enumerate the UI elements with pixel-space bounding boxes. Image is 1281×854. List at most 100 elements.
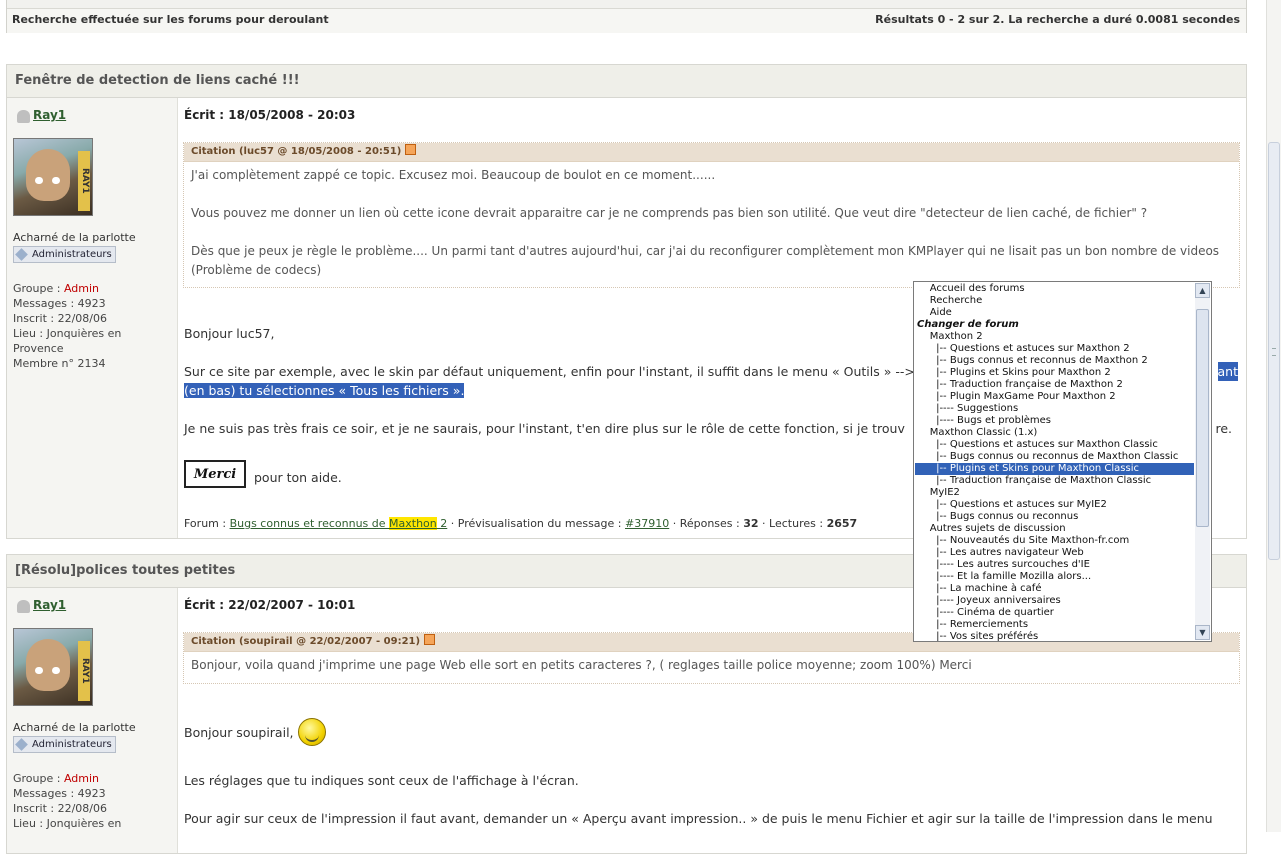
- member-group: Groupe : Admin: [13, 771, 173, 786]
- user-icon: [17, 110, 30, 123]
- member-group-label: Groupe :: [13, 282, 64, 295]
- dropdown-option[interactable]: |---- Les autres surcouches d'IE: [915, 559, 1194, 571]
- reply-paragraph: Pour agir sur ceux de l'impression il fa…: [184, 811, 1213, 826]
- member-rank: Acharné de la parlotte: [13, 231, 136, 244]
- dropdown-scroll-thumb[interactable]: [1196, 309, 1209, 527]
- dropdown-option[interactable]: |---- Suggestions: [915, 403, 1194, 415]
- scroll-grip-icon: [1272, 348, 1276, 356]
- member-group-value: Admin: [63, 772, 100, 785]
- thanks-text: pour ton aide.: [253, 470, 342, 485]
- quote-link-icon[interactable]: [405, 144, 417, 155]
- avatar: RAY1: [13, 138, 93, 216]
- quote-body: J'ai complètement zappé ce topic. Excuse…: [184, 162, 1239, 284]
- reply-paragraph-end: re.: [1215, 421, 1232, 436]
- page-scrollbar[interactable]: [1266, 0, 1281, 832]
- dropdown-option[interactable]: |-- Plugins et Skins pour Maxthon Classi…: [915, 463, 1194, 475]
- author-panel: Ray1 RAY1 Acharné de la parlotte Adminis…: [7, 588, 178, 853]
- member-joined: Inscrit : 22/08/06: [13, 802, 107, 815]
- dropdown-option[interactable]: Recherche: [915, 295, 1194, 307]
- scroll-down-arrow-icon[interactable]: ▼: [1195, 625, 1210, 640]
- forum-link[interactable]: Bugs connus et reconnus de Maxthon 2: [229, 517, 448, 530]
- dropdown-option[interactable]: |-- Questions et astuces sur Maxthon 2: [915, 343, 1194, 355]
- dropdown-option[interactable]: |-- Bugs connus ou reconnus: [915, 511, 1194, 523]
- search-results-bar-inner: Recherche effectuée sur les forums pour …: [7, 8, 1246, 33]
- forum-jump-dropdown-list[interactable]: Accueil des forums Recherche Aide Changer…: [913, 281, 1212, 642]
- forum-link-text: Bugs connus et reconnus de: [229, 517, 390, 530]
- post-date: Écrit : 18/05/2008 - 20:03: [184, 108, 356, 122]
- author-name-link[interactable]: Ray1: [33, 108, 66, 122]
- dropdown-option[interactable]: |-- Questions et astuces sur Maxthon Cla…: [915, 439, 1194, 451]
- quote-line: Bonjour, voila quand j'imprime une page …: [191, 658, 972, 672]
- quote-line: J'ai complètement zappé ce topic. Excuse…: [191, 168, 716, 182]
- search-results-count: Résultats 0 - 2 sur 2. La recherche a du…: [875, 13, 1240, 26]
- member-joined: Inscrit : 22/08/06: [13, 312, 107, 325]
- forum-label: Forum :: [184, 517, 230, 530]
- author-name-link[interactable]: Ray1: [33, 598, 66, 612]
- dropdown-option[interactable]: |-- Questions et astuces sur MyIE2: [915, 499, 1194, 511]
- search-highlight: Maxthon: [389, 517, 437, 530]
- page-scroll-thumb[interactable]: [1268, 142, 1280, 560]
- dropdown-options: Accueil des forums Recherche Aide Changer…: [915, 283, 1194, 641]
- scroll-up-arrow-icon[interactable]: ▲: [1195, 283, 1210, 298]
- quote-line: Vous pouvez me donner un lien où cette i…: [191, 206, 1148, 220]
- dropdown-option[interactable]: Autres sujets de discussion: [915, 523, 1194, 535]
- preview-label: · Prévisualisation du message :: [447, 517, 625, 530]
- member-rank: Acharné de la parlotte: [13, 721, 136, 734]
- dropdown-option[interactable]: |-- La machine à café: [915, 583, 1194, 595]
- post-title-bar: Fenêtre de detection de liens caché !!!: [7, 65, 1246, 98]
- post-meta-line: Forum : Bugs connus et reconnus de Maxth…: [184, 517, 857, 530]
- dropdown-option[interactable]: |-- Traduction française de Maxthon 2: [915, 379, 1194, 391]
- avatar-face: [26, 639, 70, 691]
- dropdown-option[interactable]: |-- Les autres navigateur Web: [915, 547, 1194, 559]
- member-group-value: Admin: [63, 282, 100, 295]
- quote-header-text: Citation (luc57 @ 18/05/2008 - 20:51): [191, 146, 402, 157]
- quote-line: Dès que je peux je règle le problème....…: [191, 244, 1220, 277]
- member-info: Groupe : Admin Messages : 4923 Inscrit :…: [13, 771, 173, 831]
- dropdown-option[interactable]: |-- Vos sites préférés: [915, 631, 1194, 641]
- user-icon: [17, 600, 30, 613]
- dropdown-option[interactable]: Maxthon Classic (1.x): [915, 427, 1194, 439]
- member-info: Groupe : Admin Messages : 4923 Inscrit :…: [13, 281, 173, 371]
- dropdown-option[interactable]: |-- Plugins et Skins pour Maxthon 2: [915, 367, 1194, 379]
- quote-link-icon[interactable]: [424, 634, 436, 645]
- dropdown-option[interactable]: Accueil des forums: [915, 283, 1194, 295]
- author-panel: Ray1 RAY1 Acharné de la parlotte Adminis…: [7, 98, 178, 538]
- dropdown-option[interactable]: |-- Bugs connus et reconnus de Maxthon 2: [915, 355, 1194, 367]
- selected-text: ant: [1217, 362, 1238, 381]
- group-badge: Administrateurs: [13, 246, 116, 263]
- dropdown-option[interactable]: Maxthon 2: [915, 331, 1194, 343]
- dropdown-option[interactable]: Aide: [915, 307, 1194, 319]
- merci-image: Merci: [184, 460, 246, 488]
- member-location: Lieu : Jonquières en Provence: [13, 327, 122, 355]
- post-title[interactable]: Fenêtre de detection de liens caché !!!: [15, 73, 300, 88]
- quote-header-text: Citation (soupirail @ 22/02/2007 - 09:21…: [191, 636, 421, 647]
- avatar: RAY1: [13, 628, 93, 706]
- forum-link-suffix: 2: [436, 517, 448, 530]
- reply-paragraph-text: Sur ce site par exemple, avec le skin pa…: [184, 364, 915, 379]
- member-number: Membre n° 2134: [13, 357, 106, 370]
- selected-text: (en bas) tu sélectionnes « Tous les fich…: [184, 383, 465, 398]
- dropdown-option[interactable]: |-- Nouveautés du Site Maxthon-fr.com: [915, 535, 1194, 547]
- dropdown-option[interactable]: |-- Remerciements: [915, 619, 1194, 631]
- replies-label: · Réponses :: [669, 517, 744, 530]
- search-query-text: Recherche effectuée sur les forums pour …: [12, 13, 329, 26]
- replies-count: 32: [743, 517, 759, 530]
- dropdown-option[interactable]: |---- Joyeux anniversaires: [915, 595, 1194, 607]
- quote-block: Citation (luc57 @ 18/05/2008 - 20:51) J'…: [183, 142, 1240, 288]
- post-title[interactable]: [Résolu]polices toutes petites: [15, 563, 235, 578]
- dropdown-option[interactable]: |---- Cinéma de quartier: [915, 607, 1194, 619]
- reply-paragraph-text: Je ne suis pas très frais ce soir, et je…: [184, 421, 905, 436]
- dropdown-option[interactable]: |-- Traduction française de Maxthon Clas…: [915, 475, 1194, 487]
- message-id-link[interactable]: #37910: [625, 517, 669, 530]
- avatar-tag: RAY1: [78, 151, 90, 211]
- dropdown-option[interactable]: |-- Bugs connus ou reconnus de Maxthon C…: [915, 451, 1194, 463]
- dropdown-option[interactable]: |---- Bugs et problèmes: [915, 415, 1194, 427]
- dropdown-option[interactable]: |---- Et la famille Mozilla alors...: [915, 571, 1194, 583]
- member-group: Groupe : Admin: [13, 281, 173, 296]
- reply-paragraph: Les réglages que tu indiques sont ceux d…: [184, 773, 579, 788]
- member-messages: Messages : 4923: [13, 297, 106, 310]
- dropdown-scrollbar[interactable]: ▲ ▼: [1195, 283, 1210, 640]
- dropdown-option[interactable]: |-- Plugin MaxGame Pour Maxthon 2: [915, 391, 1194, 403]
- avatar-eye: [35, 177, 43, 184]
- dropdown-option[interactable]: MyIE2: [915, 487, 1194, 499]
